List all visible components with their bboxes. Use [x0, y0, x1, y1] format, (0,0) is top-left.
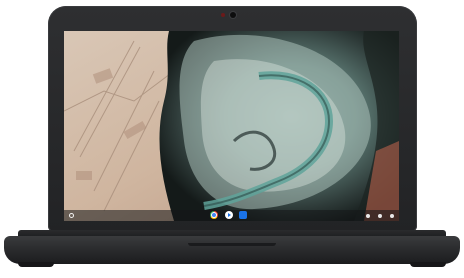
status-tray[interactable] — [366, 212, 394, 219]
webcam-icon — [230, 12, 236, 18]
launcher-icon[interactable] — [69, 213, 74, 218]
wifi-icon — [366, 213, 370, 218]
laptop-base — [4, 236, 460, 264]
camera-indicator-light — [221, 13, 225, 17]
chromeos-shelf — [64, 210, 399, 221]
rubber-foot-right — [410, 262, 446, 267]
account-icon — [390, 213, 394, 218]
lid-open-notch — [188, 243, 276, 246]
battery-icon — [378, 213, 382, 218]
chrome-icon[interactable] — [210, 211, 218, 219]
desktop-wallpaper — [64, 31, 399, 221]
files-icon[interactable] — [239, 211, 247, 219]
rubber-foot-left — [18, 262, 54, 267]
laptop-screen — [64, 31, 399, 221]
play-store-icon[interactable] — [225, 211, 233, 219]
